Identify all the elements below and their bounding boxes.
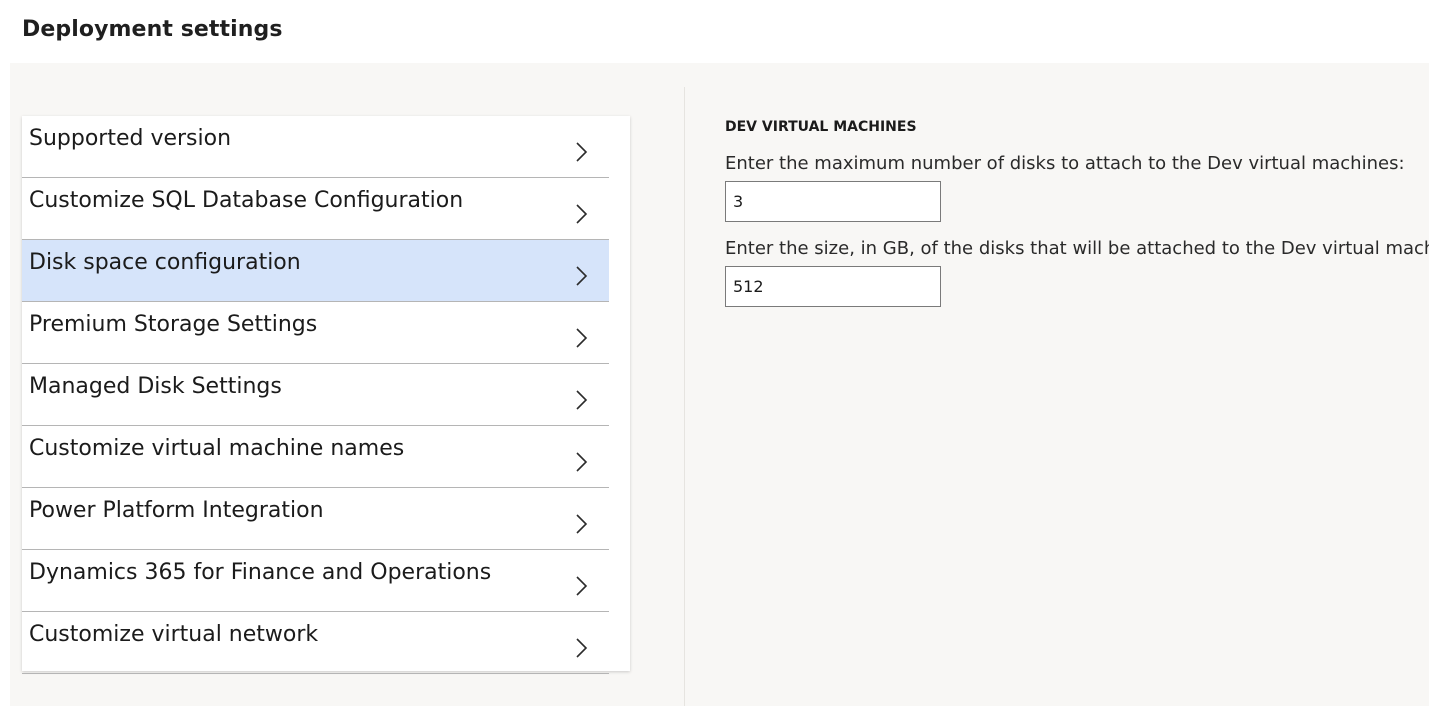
chevron-right-icon	[576, 204, 588, 224]
nav-item-customize-virtual-network[interactable]: Customize virtual network	[22, 612, 609, 674]
nav-item-label: Disk space configuration	[29, 250, 301, 275]
nav-item-label: Power Platform Integration	[29, 498, 324, 523]
chevron-right-icon	[576, 514, 588, 534]
chevron-right-icon	[576, 142, 588, 162]
disk-size-input[interactable]	[725, 266, 941, 307]
nav-item-label: Supported version	[29, 126, 232, 151]
nav-item-supported-version[interactable]: Supported version	[22, 116, 609, 178]
nav-item-premium-storage-settings[interactable]: Premium Storage Settings	[22, 302, 609, 364]
panel-divider	[684, 87, 685, 706]
max-disks-input[interactable]	[725, 181, 941, 222]
nav-item-label: Managed Disk Settings	[29, 374, 282, 399]
chevron-right-icon	[576, 638, 588, 658]
nav-item-dynamics-365-finance-operations[interactable]: Dynamics 365 for Finance and Operations	[22, 550, 609, 612]
chevron-right-icon	[576, 452, 588, 472]
page-title: Deployment settings	[22, 17, 283, 42]
chevron-right-icon	[576, 328, 588, 348]
settings-panel: Supported version Customize SQL Database…	[10, 63, 1429, 706]
chevron-right-icon	[576, 576, 588, 596]
nav-item-label: Customize SQL Database Configuration	[29, 188, 464, 213]
nav-item-customize-virtual-machine-names[interactable]: Customize virtual machine names	[22, 426, 609, 488]
nav-item-label: Dynamics 365 for Finance and Operations	[29, 560, 492, 585]
nav-item-label: Customize virtual machine names	[29, 436, 405, 461]
disk-size-label: Enter the size, in GB, of the disks that…	[725, 238, 1429, 259]
max-disks-label: Enter the maximum number of disks to att…	[725, 153, 1405, 174]
nav-item-managed-disk-settings[interactable]: Managed Disk Settings	[22, 364, 609, 426]
nav-item-power-platform-integration[interactable]: Power Platform Integration	[22, 488, 609, 550]
settings-nav-list: Supported version Customize SQL Database…	[22, 116, 609, 674]
nav-item-label: Premium Storage Settings	[29, 312, 318, 337]
nav-item-label: Customize virtual network	[29, 622, 319, 647]
nav-item-customize-sql-database-configuration[interactable]: Customize SQL Database Configuration	[22, 178, 609, 240]
section-title-dev-virtual-machines: DEV VIRTUAL MACHINES	[725, 119, 917, 135]
settings-nav-card: Supported version Customize SQL Database…	[22, 116, 630, 674]
chevron-right-icon	[576, 266, 588, 286]
chevron-right-icon	[576, 390, 588, 410]
nav-item-disk-space-configuration[interactable]: Disk space configuration	[22, 240, 609, 302]
